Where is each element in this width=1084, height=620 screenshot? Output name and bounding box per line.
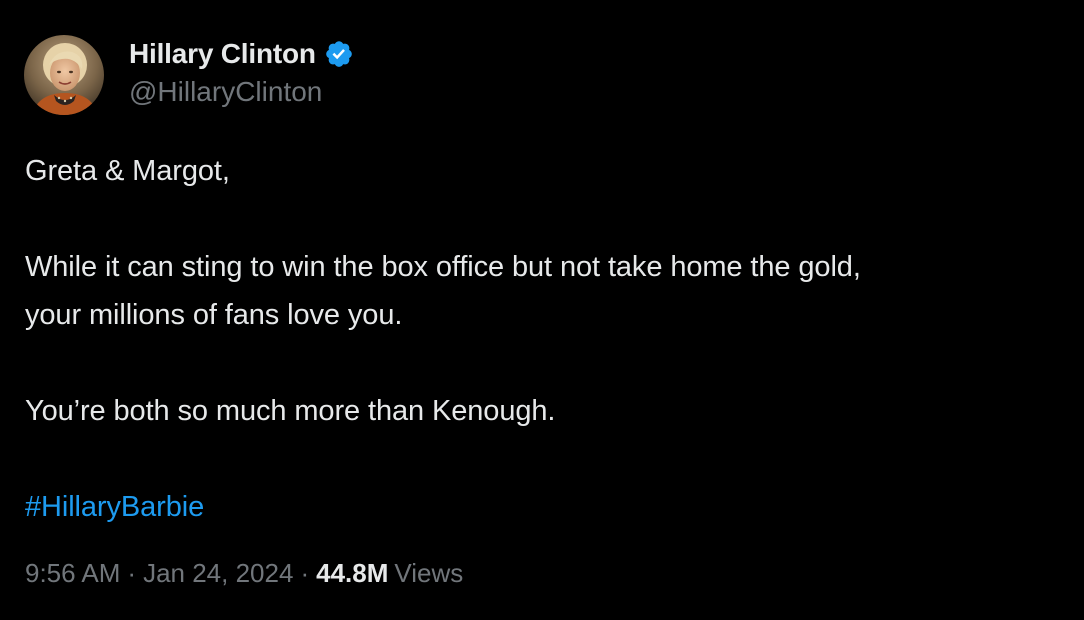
tweet-date[interactable]: Jan 24, 2024: [143, 558, 293, 589]
tweet-time[interactable]: 9:56 AM: [25, 558, 120, 589]
author-names: Hillary Clinton @HillaryClinton: [129, 35, 354, 111]
display-name[interactable]: Hillary Clinton: [129, 38, 316, 70]
views-label: Views: [394, 558, 464, 588]
tweet-text: Greta & Margot, While it can sting to wi…: [25, 147, 1065, 531]
tweet-line-1: While it can sting to win the box office…: [25, 251, 861, 283]
views-count: 44.8M: [316, 558, 389, 588]
author-handle[interactable]: @HillaryClinton: [129, 73, 354, 111]
tweet-line-3: You’re both so much more than Kenough.: [25, 395, 556, 427]
verified-badge-icon[interactable]: [324, 39, 354, 69]
meta-separator: ·: [300, 558, 310, 588]
tweet-greeting: Greta & Margot,: [25, 155, 230, 187]
tweet-meta: 9:56 AM · Jan 24, 2024 · 44.8M Views: [25, 558, 463, 589]
tweet-header: Hillary Clinton @HillaryClinton: [24, 33, 354, 117]
name-row: Hillary Clinton: [129, 35, 354, 73]
meta-separator: ·: [127, 558, 137, 588]
avatar-image: [24, 35, 104, 115]
tweet: Hillary Clinton @HillaryClinton Greta & …: [0, 0, 1084, 620]
hashtag-link[interactable]: #HillaryBarbie: [25, 491, 204, 523]
avatar[interactable]: [24, 35, 104, 115]
tweet-line-2: your millions of fans love you.: [25, 299, 403, 331]
